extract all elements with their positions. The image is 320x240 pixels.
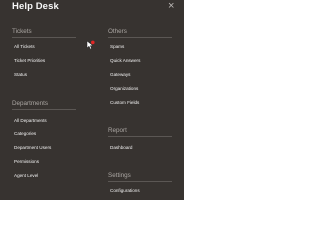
- section-header-departments: Departments: [12, 100, 49, 107]
- menu-item-categories[interactable]: Categories: [14, 131, 36, 136]
- menu-item-all-tickets[interactable]: All Tickets: [14, 44, 35, 49]
- divider: [108, 181, 172, 182]
- menu-item-quick-answers[interactable]: Quick Answers: [110, 58, 140, 63]
- divider: [108, 136, 172, 137]
- menu-item-agent-level[interactable]: Agent Level: [14, 173, 38, 178]
- section-header-settings: Settings: [108, 172, 131, 179]
- menu-item-configurations[interactable]: Configurations: [110, 188, 140, 193]
- menu-item-organizations[interactable]: Organizations: [110, 86, 138, 91]
- menu-item-custom-fields[interactable]: Custom Fields: [110, 100, 139, 105]
- section-header-report: Report: [108, 127, 127, 134]
- divider: [12, 109, 76, 110]
- close-icon[interactable]: ×: [168, 0, 174, 12]
- menu-item-ticket-priorities[interactable]: Ticket Priorities: [14, 58, 45, 63]
- menu-item-dashboard[interactable]: Dashboard: [110, 145, 132, 150]
- menu-item-spams[interactable]: Spams: [110, 44, 124, 49]
- menu-item-all-departments[interactable]: All Departments: [14, 118, 47, 123]
- menu-item-permissions[interactable]: Permissions: [14, 159, 39, 164]
- divider: [108, 37, 172, 38]
- section-header-tickets: Tickets: [12, 28, 32, 35]
- panel-title: Help Desk: [12, 1, 59, 12]
- help-desk-menu-panel: Help Desk × Tickets All Tickets Ticket P…: [0, 0, 184, 200]
- right-edge-background: [184, 0, 200, 200]
- divider: [12, 37, 76, 38]
- menu-item-department-users[interactable]: Department Users: [14, 145, 51, 150]
- menu-item-gateways[interactable]: Gateways: [110, 72, 130, 77]
- section-header-others: Others: [108, 28, 127, 35]
- menu-item-status[interactable]: Status: [14, 72, 27, 77]
- mouse-cursor-icon: [86, 40, 95, 50]
